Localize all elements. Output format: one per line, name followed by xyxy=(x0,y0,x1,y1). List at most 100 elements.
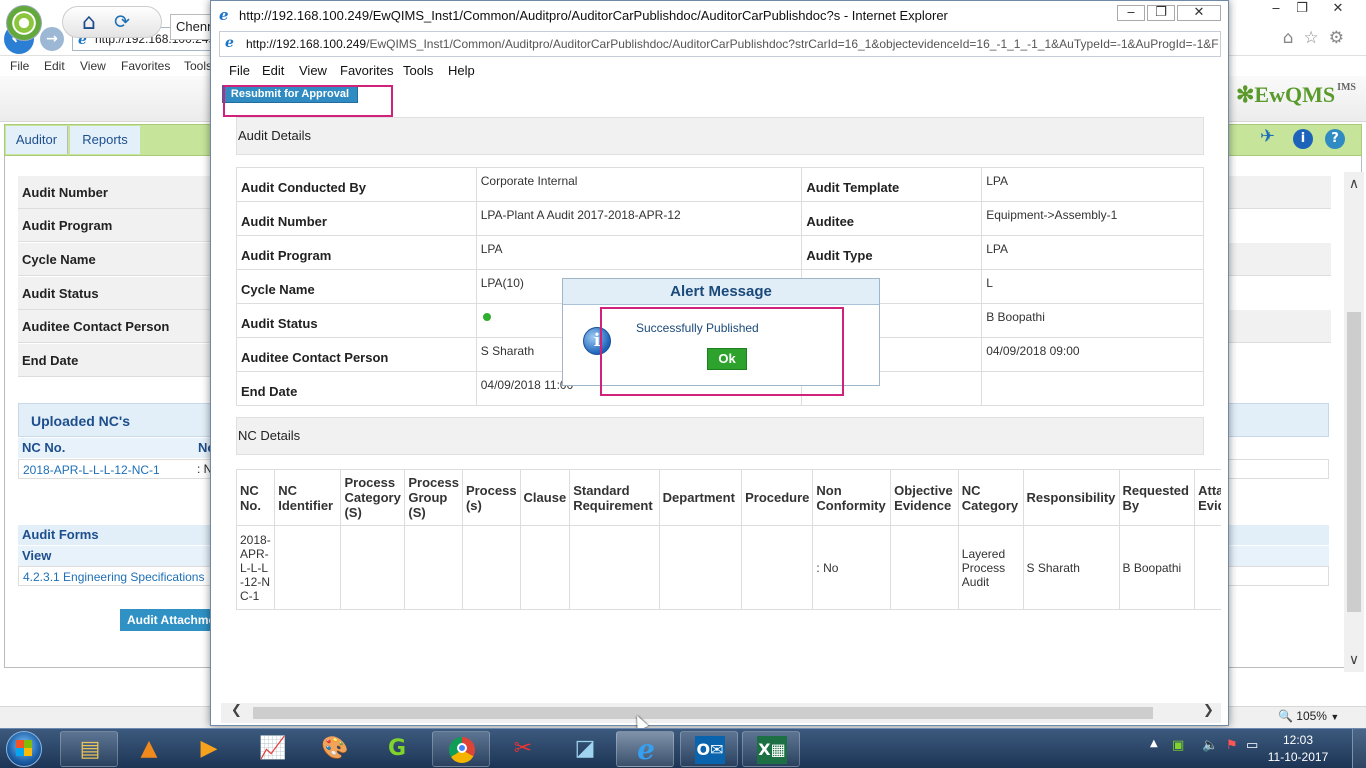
bg-menu-favorites[interactable]: Favorites xyxy=(121,59,170,73)
bg-menu-view[interactable]: View xyxy=(80,59,106,73)
menu-favorites[interactable]: Favorites xyxy=(340,63,393,78)
excel-icon: X▦ xyxy=(757,736,787,764)
clock-time[interactable]: 12:03 xyxy=(1262,733,1334,747)
taskbar-internet-explorer[interactable]: e xyxy=(616,731,674,767)
popup-restore-icon[interactable]: ❐ xyxy=(1147,5,1175,21)
scroll-right-icon[interactable]: ❯ xyxy=(1203,703,1214,718)
popup-url-path: /EwQIMS_Inst1/Common/Auditpro/AuditorCar… xyxy=(366,37,1219,51)
vlc-cone-icon: ▲ xyxy=(140,736,158,761)
audit-detail-value: Equipment->Assembly-1 xyxy=(981,201,1204,236)
bg-menu-file[interactable]: File xyxy=(10,59,29,73)
zoom-arrow-icon: ▼ xyxy=(1330,712,1340,722)
taskbar-media-player[interactable]: ▶ xyxy=(180,731,238,767)
audit-details-header: Audit Details xyxy=(236,117,1204,155)
bg-menu-tools[interactable]: Tools xyxy=(184,59,212,73)
bg-label-cycle-name: Cycle Name xyxy=(18,243,218,276)
bg-row-right xyxy=(1227,176,1331,209)
nc-cell: : No xyxy=(812,525,892,610)
restore-icon[interactable]: ❐ xyxy=(1288,0,1316,18)
bg-label-audit-program: Audit Program xyxy=(18,209,218,242)
refresh-icon[interactable]: ⟳ xyxy=(114,11,130,33)
home-refresh-group xyxy=(62,6,162,38)
nc-column-header: Requested By xyxy=(1118,469,1196,526)
clock-date[interactable]: 11-10-2017 xyxy=(1262,750,1334,764)
media-player-icon: ▶ xyxy=(200,736,218,761)
taskbar-paint[interactable]: 🎨 xyxy=(306,731,364,767)
taskbar-sticky-notes[interactable]: ◪ xyxy=(556,731,614,767)
tab-auditor[interactable]: Auditor xyxy=(6,126,68,154)
popup-address-bar[interactable]: e http://192.168.100.249/EwQIMS_Inst1/Co… xyxy=(219,31,1221,57)
taskbar-vlc[interactable]: ▲ xyxy=(120,731,178,767)
nc-cell: S Sharath xyxy=(1022,525,1120,610)
taskbar-excel[interactable]: X▦ xyxy=(742,731,800,767)
menu-help[interactable]: Help xyxy=(448,63,475,78)
popup-minimize-icon[interactable]: ‒ xyxy=(1117,5,1145,21)
nc-cell xyxy=(461,525,521,610)
audit-attachments-button[interactable]: Audit Attachments xyxy=(120,609,220,631)
nc-cell xyxy=(1194,525,1221,610)
scroll-thumb[interactable] xyxy=(1347,312,1361,612)
audit-detail-value: LPA xyxy=(475,235,803,270)
sticky-notes-icon: ◪ xyxy=(574,736,596,761)
greenshot-tray-icon[interactable]: ▣ xyxy=(1172,738,1184,753)
pin-icon[interactable]: ✈ xyxy=(1260,126,1275,147)
chart-notepad-icon: 📈 xyxy=(259,736,287,761)
ewqms-logo: ✻EwQMS IMS xyxy=(1235,82,1356,107)
forward-arrow-icon[interactable]: → xyxy=(40,27,64,51)
nc-column-header: Department xyxy=(658,469,743,526)
taskbar-chrome[interactable] xyxy=(432,731,490,767)
audit-detail-label: End Date xyxy=(236,371,477,406)
tray-expand-icon[interactable]: ▲ xyxy=(1150,738,1158,749)
audit-form-link[interactable]: 4.2.3.1 Engineering Specifications xyxy=(18,566,218,586)
show-desktop-button[interactable] xyxy=(1352,729,1366,768)
nc-column-header: Process Category (S) xyxy=(340,469,406,526)
menu-tools[interactable]: Tools xyxy=(403,63,433,78)
popup-horizontal-scrollbar[interactable]: ❮ ❯ xyxy=(221,703,1221,723)
nc-column-header: Process Group (S) xyxy=(404,469,463,526)
home-icon[interactable]: ⌂ xyxy=(82,10,96,35)
audit-detail-row: Audit Number LPA-Plant A Audit 2017-2018-… xyxy=(236,201,1204,236)
audit-forms-header: Audit Forms xyxy=(18,525,218,545)
bg-row-right xyxy=(1227,243,1331,276)
zoom-level[interactable]: 🔍 105% ▼ xyxy=(1278,709,1339,723)
greenshot-icon: G xyxy=(387,736,407,761)
taskbar-snipping-tool[interactable]: ✂ xyxy=(494,731,552,767)
help-icon[interactable]: ? xyxy=(1325,129,1345,149)
paint-palette-icon: 🎨 xyxy=(321,736,349,761)
folder-icon: ▤ xyxy=(79,737,101,762)
audit-detail-value: LPA-Plant A Audit 2017-2018-APR-12 xyxy=(475,201,803,236)
audit-detail-value: L xyxy=(981,269,1204,304)
scroll-left-icon[interactable]: ❮ xyxy=(231,703,242,718)
taskbar-chart-app[interactable]: 📈 xyxy=(244,731,302,767)
nc-cell xyxy=(404,525,463,610)
tab-reports[interactable]: Reports xyxy=(70,126,140,154)
popup-close-icon[interactable]: ✕ xyxy=(1177,5,1221,21)
action-center-icon[interactable]: ▭ xyxy=(1246,738,1258,753)
scroll-down-icon[interactable]: ∨ xyxy=(1344,652,1364,670)
scroll-up-icon[interactable]: ∧ xyxy=(1344,176,1364,194)
home-star-gear-icons[interactable]: ⌂☆⚙ xyxy=(1283,28,1354,48)
taskbar-outlook[interactable]: O✉ xyxy=(680,731,738,767)
nc-column-header: Clause xyxy=(519,469,571,526)
bg-label-audit-number: Audit Number xyxy=(18,176,218,209)
bg-menu-edit[interactable]: Edit xyxy=(44,59,65,73)
nc-column-header: NC Identifier xyxy=(274,469,342,526)
horizontal-scroll-thumb[interactable] xyxy=(253,707,1153,719)
speaker-icon[interactable]: 🔈 xyxy=(1202,738,1218,753)
background-vertical-scrollbar[interactable]: ∧ ∨ xyxy=(1344,172,1364,672)
taskbar-explorer[interactable]: ▤ xyxy=(60,731,118,767)
menu-file[interactable]: File xyxy=(229,63,250,78)
close-icon[interactable]: ✕ xyxy=(1324,0,1352,18)
menu-edit[interactable]: Edit xyxy=(262,63,284,78)
bg-nc-link[interactable]: 2018-APR-L-L-L-12-NC-1 xyxy=(18,459,218,479)
audit-detail-value: Corporate Internal xyxy=(475,167,803,202)
ie-logo-icon: e xyxy=(219,6,229,24)
taskbar-greenshot[interactable]: G xyxy=(368,731,426,767)
minimize-icon[interactable]: ‒ xyxy=(1262,0,1290,18)
brand-text: EwQMS xyxy=(1254,82,1336,107)
audit-detail-value: LPA xyxy=(981,235,1204,270)
audit-detail-label: Audit Program xyxy=(236,235,477,270)
network-error-icon[interactable]: ⚑ xyxy=(1226,738,1238,753)
info-icon[interactable]: i xyxy=(1293,129,1313,149)
menu-view[interactable]: View xyxy=(299,63,327,78)
